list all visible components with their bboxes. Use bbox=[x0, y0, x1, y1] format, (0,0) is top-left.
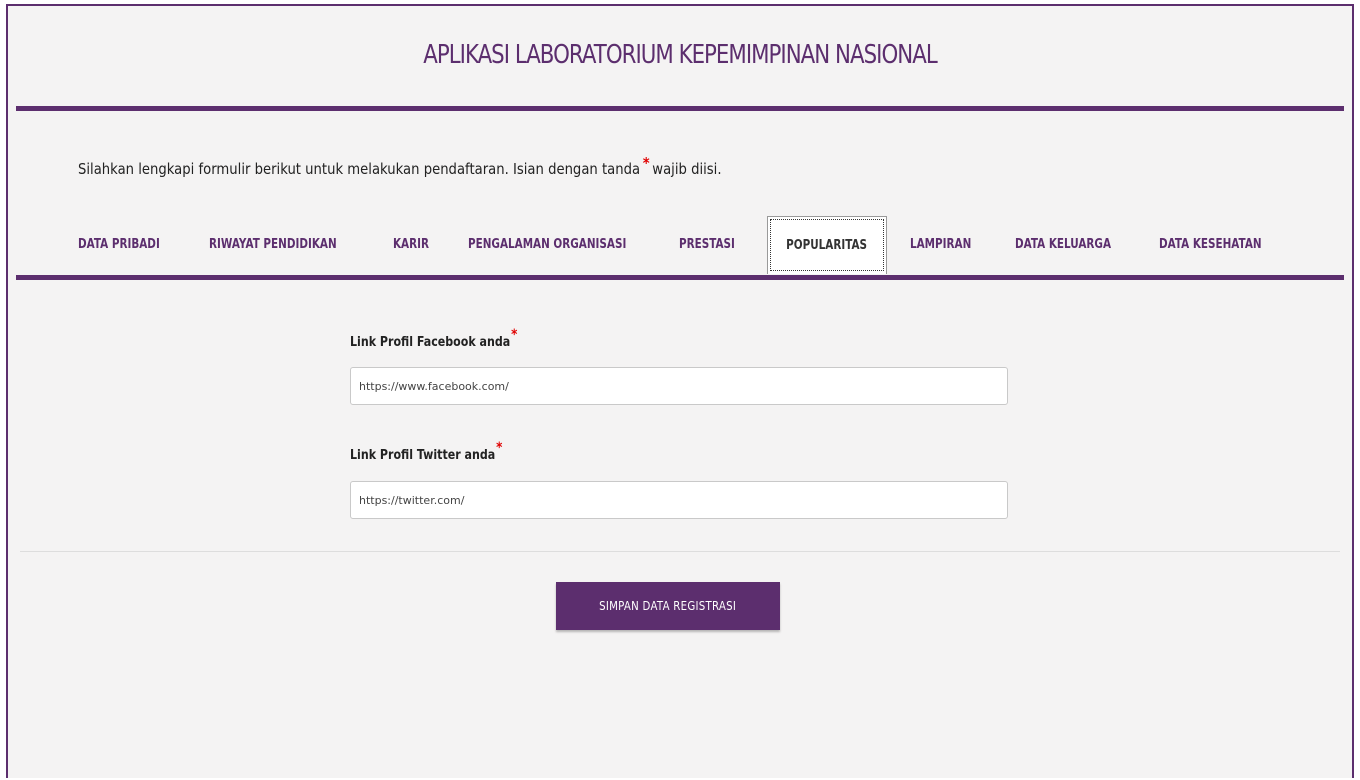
tab-bar: DATA PRIBADI RIWAYAT PENDIDIKAN KARIR PE… bbox=[8, 216, 1352, 276]
app-title: APLIKASI LABORATORIUM KEPEMIMPINAN NASIO… bbox=[423, 40, 937, 70]
tab-data-kesehatan[interactable]: DATA KESEHATAN bbox=[1159, 216, 1287, 274]
tab-label: PRESTASI bbox=[679, 237, 735, 252]
instructions-text-end: wajib diisi. bbox=[652, 160, 722, 178]
tab-riwayat-pendidikan[interactable]: RIWAYAT PENDIDIKAN bbox=[209, 216, 369, 274]
save-button-label: SIMPAN DATA REGISTRASI bbox=[599, 599, 737, 613]
header-divider bbox=[16, 106, 1344, 111]
twitter-field-label: Link Profil Twitter anda* bbox=[350, 440, 502, 463]
required-asterisk: * bbox=[642, 154, 650, 172]
tab-label: PENGALAMAN ORGANISASI bbox=[468, 237, 627, 252]
tab-popularitas[interactable]: POPULARITAS bbox=[767, 216, 887, 274]
tab-label: DATA KESEHATAN bbox=[1159, 237, 1262, 252]
instructions-text: Silahkan lengkapi formulir berikut untuk… bbox=[78, 160, 641, 178]
tab-label: DATA PRIBADI bbox=[78, 237, 160, 252]
tab-lampiran[interactable]: LAMPIRAN bbox=[910, 216, 987, 274]
facebook-field-label: Link Profil Facebook anda* bbox=[350, 327, 517, 350]
tab-label: DATA KELUARGA bbox=[1015, 237, 1112, 252]
tab-label: RIWAYAT PENDIDIKAN bbox=[209, 237, 337, 252]
tab-prestasi[interactable]: PRESTASI bbox=[679, 216, 749, 274]
facebook-profile-input[interactable] bbox=[350, 367, 1008, 405]
tab-pengalaman-organisasi[interactable]: PENGALAMAN ORGANISASI bbox=[468, 216, 666, 274]
facebook-label-text: Link Profil Facebook anda bbox=[350, 335, 511, 350]
tab-data-pribadi[interactable]: DATA PRIBADI bbox=[78, 216, 180, 274]
twitter-profile-input[interactable] bbox=[350, 481, 1008, 519]
twitter-label-text: Link Profil Twitter anda bbox=[350, 448, 496, 463]
form-instructions: Silahkan lengkapi formulir berikut untuk… bbox=[78, 154, 722, 178]
app-frame: APLIKASI LABORATORIUM KEPEMIMPINAN NASIO… bbox=[6, 4, 1354, 778]
tab-karir[interactable]: KARIR bbox=[393, 216, 438, 274]
tab-underline bbox=[16, 275, 1344, 280]
required-asterisk: * bbox=[511, 327, 518, 343]
save-registration-button[interactable]: SIMPAN DATA REGISTRASI bbox=[556, 582, 780, 630]
form-divider bbox=[20, 551, 1340, 552]
tab-label: POPULARITAS bbox=[786, 238, 868, 253]
required-asterisk: * bbox=[496, 440, 503, 456]
tab-label: KARIR bbox=[393, 237, 429, 252]
tab-data-keluarga[interactable]: DATA KELUARGA bbox=[1015, 216, 1135, 274]
tab-label: LAMPIRAN bbox=[910, 237, 972, 252]
